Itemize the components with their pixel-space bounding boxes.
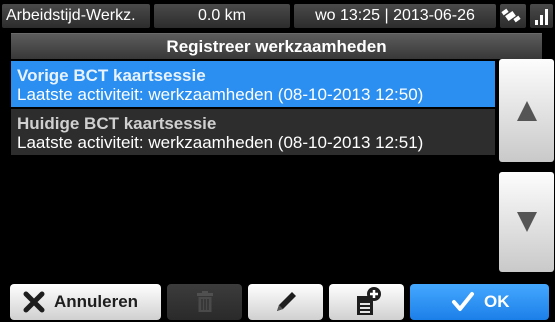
ok-button[interactable]: OK bbox=[410, 284, 549, 320]
app-name: Arbeidstijd-Werkz. bbox=[2, 4, 150, 28]
scroll-controls bbox=[499, 59, 554, 272]
session-item-current[interactable]: Huidige BCT kaartsessie Laatste activite… bbox=[11, 109, 495, 155]
dialog-title: Registreer werkzaamheden bbox=[11, 33, 542, 59]
session-name: Huidige BCT kaartsessie bbox=[17, 114, 217, 133]
add-button[interactable] bbox=[329, 284, 404, 320]
cancel-button[interactable]: Annuleren bbox=[10, 284, 161, 320]
session-name: Vorige BCT kaartsessie bbox=[17, 66, 206, 85]
scroll-down-button[interactable] bbox=[499, 172, 554, 272]
scroll-divider bbox=[499, 162, 554, 172]
triangle-up-icon bbox=[517, 101, 537, 121]
distance-readout: 0.0 km bbox=[154, 4, 290, 28]
cancel-label: Annuleren bbox=[54, 292, 139, 311]
session-item-previous[interactable]: Vorige BCT kaartsessie Laatste activitei… bbox=[11, 61, 495, 107]
signal-strength-icon bbox=[530, 4, 553, 28]
triangle-down-icon bbox=[517, 212, 537, 232]
session-list: Vorige BCT kaartsessie Laatste activitei… bbox=[11, 59, 495, 272]
edit-button[interactable] bbox=[248, 284, 323, 320]
checkmark-icon bbox=[448, 284, 478, 320]
status-bar: Arbeidstijd-Werkz. 0.0 km wo 13:25 | 201… bbox=[0, 0, 555, 32]
datetime-readout: wo 13:25 | 2013-06-26 bbox=[294, 4, 496, 28]
session-activity: Laatste activiteit: werkzaamheden (08-10… bbox=[17, 85, 424, 104]
session-activity: Laatste activiteit: werkzaamheden (08-10… bbox=[17, 133, 424, 152]
ok-label: OK bbox=[484, 292, 510, 311]
delete-button[interactable] bbox=[167, 284, 242, 320]
button-bar: Annuleren OK bbox=[0, 277, 555, 322]
pencil-icon bbox=[248, 284, 323, 320]
satellite-icon bbox=[500, 4, 526, 28]
scroll-up-button[interactable] bbox=[499, 59, 554, 162]
document-add-icon bbox=[329, 284, 404, 320]
trash-icon bbox=[167, 284, 242, 320]
x-icon bbox=[20, 284, 48, 320]
